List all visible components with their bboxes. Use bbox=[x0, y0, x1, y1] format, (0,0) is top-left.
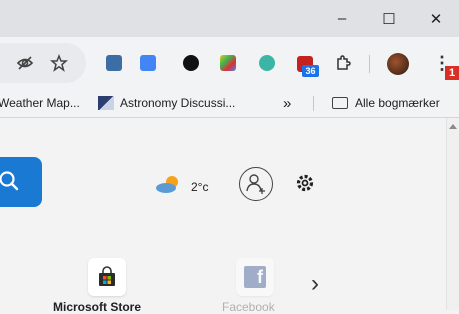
next-quick-links-button[interactable]: › bbox=[311, 270, 319, 298]
profile-avatar[interactable] bbox=[387, 53, 409, 75]
add-account-button[interactable] bbox=[239, 167, 273, 201]
quick-link-microsoft-store[interactable] bbox=[88, 258, 126, 296]
search-icon bbox=[0, 171, 19, 191]
tracking-protection-icon[interactable] bbox=[14, 52, 36, 74]
maximize-button[interactable]: ☐ bbox=[366, 0, 412, 37]
bookmark-weather-map[interactable]: Weather Map... bbox=[0, 89, 80, 117]
scroll-up-arrow-icon[interactable] bbox=[449, 124, 457, 129]
bookmarks-divider bbox=[313, 96, 314, 111]
bookmark-astronomy[interactable]: Astronomy Discussi... bbox=[98, 89, 235, 117]
bookmark-star-icon[interactable] bbox=[48, 52, 70, 74]
astronomy-icon bbox=[98, 96, 114, 110]
bookmarks-overflow-button[interactable]: » bbox=[283, 89, 291, 117]
quick-link-label: Facebook bbox=[222, 300, 275, 314]
weather-cloud-sun-icon[interactable] bbox=[155, 174, 183, 199]
all-bookmarks-button[interactable]: Alle bogmærker bbox=[332, 89, 440, 117]
extension-wave-icon[interactable] bbox=[180, 52, 202, 74]
extension-color-icon[interactable] bbox=[217, 52, 239, 74]
microsoft-store-icon bbox=[99, 266, 115, 286]
toolbar-divider bbox=[369, 55, 370, 73]
calendar-badge: 36 bbox=[302, 65, 319, 77]
search-button[interactable] bbox=[0, 157, 42, 207]
person-add-icon bbox=[246, 174, 265, 194]
extensions-puzzle-icon[interactable] bbox=[332, 52, 354, 74]
menu-badge: 1 bbox=[445, 66, 459, 80]
facebook-icon: f bbox=[244, 266, 266, 288]
quick-link-facebook[interactable]: f bbox=[236, 258, 274, 296]
extension-gear-icon[interactable] bbox=[256, 52, 278, 74]
settings-gear-icon[interactable] bbox=[295, 173, 315, 198]
folder-icon bbox=[332, 97, 348, 109]
extension-google-icon[interactable] bbox=[137, 52, 159, 74]
all-bookmarks-label: Alle bogmærker bbox=[355, 96, 440, 110]
bookmark-label: Weather Map... bbox=[0, 96, 80, 110]
temperature[interactable]: 2°c bbox=[191, 180, 208, 194]
extension-translate-icon[interactable] bbox=[103, 52, 125, 74]
scrollbar[interactable] bbox=[446, 118, 459, 310]
minimize-button[interactable]: – bbox=[319, 0, 365, 37]
quick-link-label: Microsoft Store bbox=[53, 300, 142, 314]
address-bar[interactable] bbox=[0, 43, 86, 83]
close-button[interactable]: ✕ bbox=[413, 0, 459, 37]
new-tab-page bbox=[0, 118, 446, 310]
bookmark-label: Astronomy Discussi... bbox=[120, 96, 236, 110]
